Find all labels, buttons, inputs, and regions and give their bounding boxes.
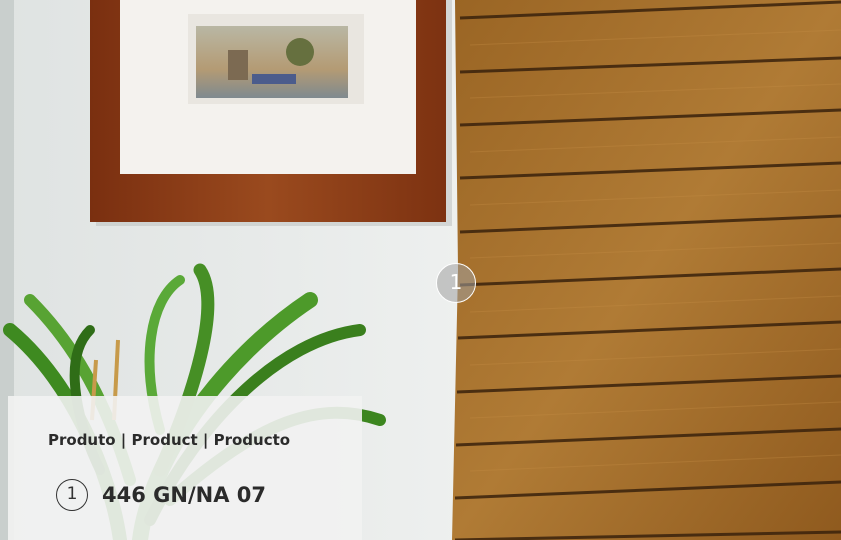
- painting-ship: [252, 74, 296, 84]
- product-code: 446 GN/NA 07: [102, 483, 266, 507]
- product-info-panel: [8, 396, 362, 540]
- product-row: 1 446 GN/NA 07: [56, 478, 266, 512]
- product-marker-1[interactable]: 1: [436, 263, 476, 303]
- painting-house: [228, 50, 248, 80]
- product-heading: Produto | Product | Producto: [48, 431, 291, 449]
- painting-tree: [286, 38, 314, 66]
- product-number-badge: 1: [56, 479, 88, 511]
- painting: [196, 26, 348, 98]
